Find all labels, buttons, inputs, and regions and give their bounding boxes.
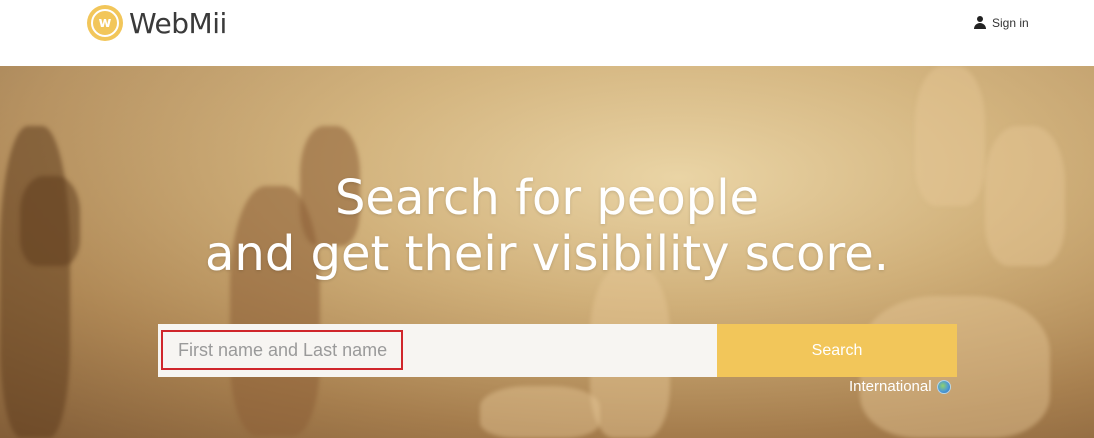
webmii-logo-icon: w	[87, 5, 123, 41]
brand-name: WebMii	[129, 6, 227, 40]
search-button[interactable]: Search	[717, 324, 957, 377]
search-form: Search	[158, 324, 957, 377]
user-icon	[974, 16, 986, 30]
headline-line-1: Search for people	[334, 170, 760, 226]
name-search-input[interactable]	[158, 324, 717, 377]
region-label: International	[849, 378, 932, 395]
top-header: w WebMii Sign in	[0, 0, 1094, 66]
sign-in-link[interactable]: Sign in	[974, 16, 1029, 30]
crowd-hand-decoration	[480, 386, 600, 438]
logo-link[interactable]: w WebMii	[87, 4, 227, 42]
logo-letter: w	[98, 15, 112, 31]
globe-icon	[936, 379, 951, 394]
hero-banner: Search for people and get their visibili…	[0, 66, 1094, 438]
headline-line-2: and get their visibility score.	[204, 226, 890, 282]
region-selector[interactable]: International	[849, 378, 951, 395]
sign-in-label: Sign in	[992, 16, 1029, 30]
hero-headline: Search for people and get their visibili…	[0, 170, 1094, 282]
